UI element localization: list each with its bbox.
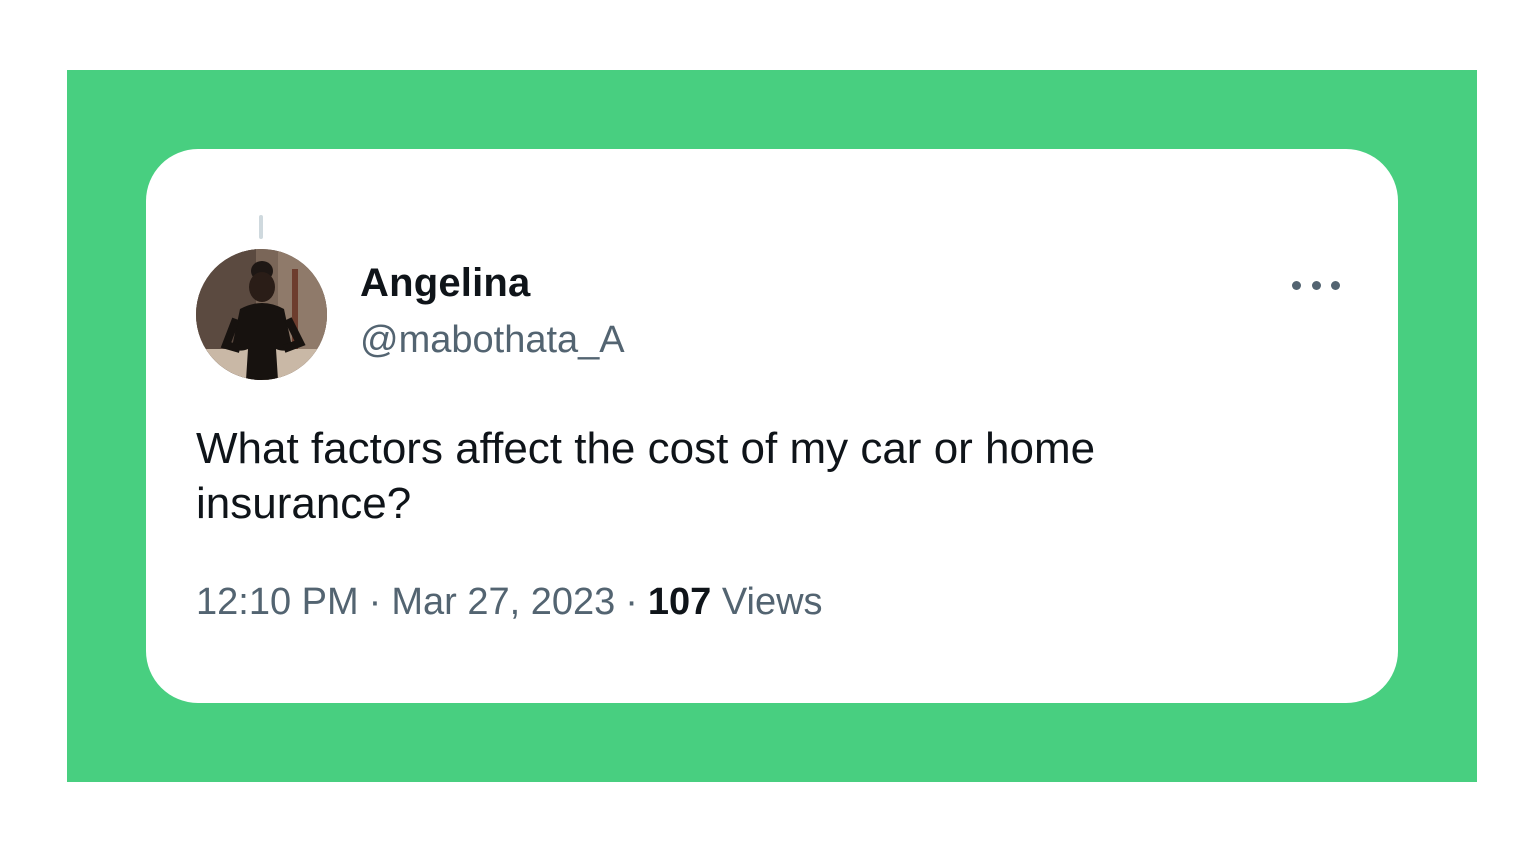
views-label: Views — [721, 581, 823, 623]
thread-connector-line — [259, 215, 263, 239]
tweet-date[interactable]: Mar 27, 2023 — [391, 581, 615, 623]
separator: · — [625, 581, 638, 623]
author-handle[interactable]: @mabothata_A — [360, 319, 625, 362]
more-options-icon[interactable] — [1292, 267, 1340, 303]
tweet-meta: 12:10 PM · Mar 27, 2023 · 107 Views — [196, 581, 823, 624]
author-display-name[interactable]: Angelina — [360, 261, 531, 306]
profile-photo-icon — [196, 249, 327, 380]
dot — [1311, 280, 1321, 290]
dot — [1331, 280, 1340, 290]
tweet-card: Angelina @mabothata_A What factors affec… — [146, 149, 1398, 703]
green-frame: Angelina @mabothata_A What factors affec… — [67, 70, 1477, 782]
views-count[interactable]: 107 — [648, 581, 711, 623]
tweet-time[interactable]: 12:10 PM — [196, 581, 359, 623]
tweet-text: What factors affect the cost of my car o… — [196, 424, 1096, 528]
separator: · — [368, 581, 382, 623]
avatar[interactable] — [196, 249, 327, 380]
dot — [1292, 280, 1301, 290]
